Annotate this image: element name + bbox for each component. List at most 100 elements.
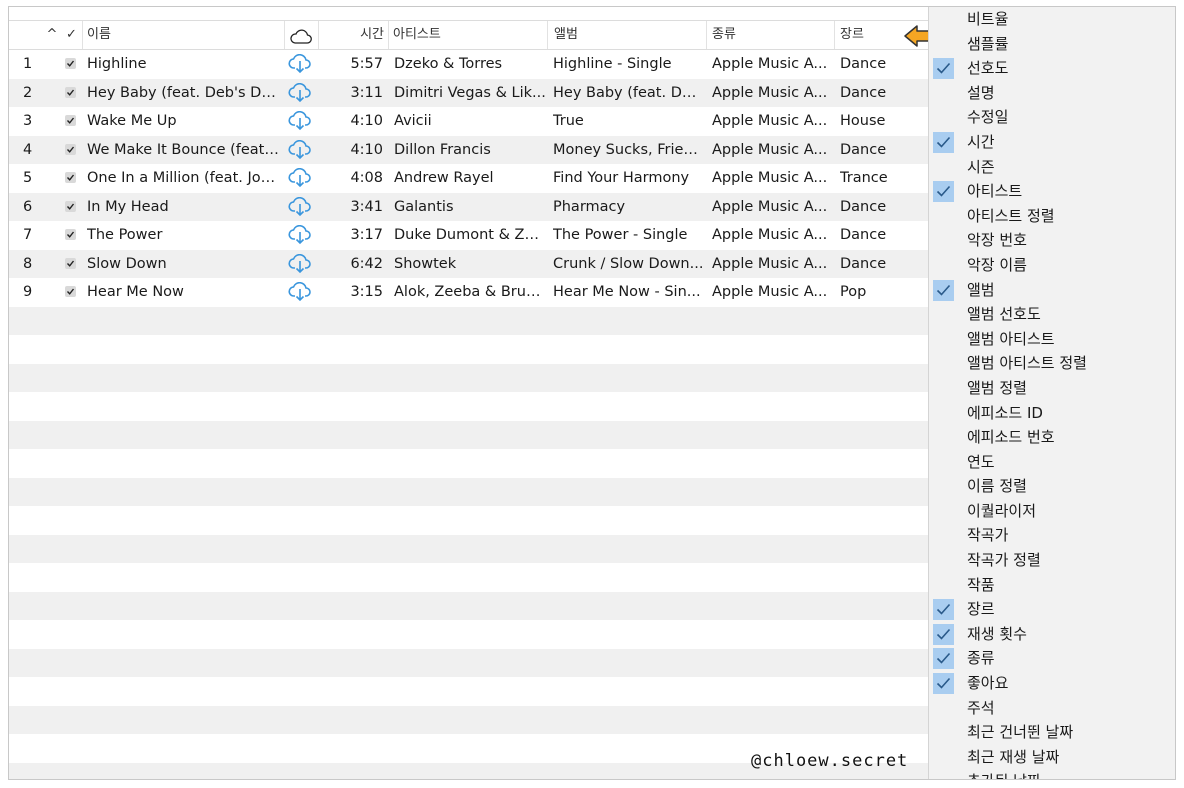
menu-item-column[interactable]: 주석 [929, 696, 1175, 721]
menu-item-column[interactable]: 에피소드 번호 [929, 425, 1175, 450]
menu-item-label: 앨범 [967, 280, 995, 299]
header-sort-arrow[interactable]: ^ [43, 21, 61, 49]
track-checkbox[interactable] [65, 250, 81, 279]
track-time: 3:17 [350, 227, 383, 243]
empty-row [9, 420, 929, 449]
table-row[interactable]: 6 In My Head 3:41 Galantis Pharmacy Apple Mus… [9, 192, 929, 222]
table-row[interactable]: 4 We Make It Bounce (feat.... 4:10 Dillon F… [9, 135, 929, 165]
track-checkbox[interactable] [65, 193, 81, 222]
track-checkbox[interactable] [65, 107, 81, 136]
menu-item-column[interactable]: 최근 건너뛴 날짜 [929, 720, 1175, 745]
menu-item-column[interactable]: 앨범 정렬 [929, 376, 1175, 401]
menu-item-column[interactable]: 이름 정렬 [929, 474, 1175, 499]
track-time: 6:42 [350, 255, 383, 272]
track-checkbox[interactable] [65, 164, 81, 193]
track-checkbox[interactable] [65, 278, 81, 307]
menu-item-column[interactable]: 재생 횟수 [929, 622, 1175, 647]
track-album: Highline - Single [553, 56, 672, 72]
track-genre: Dance [840, 56, 887, 72]
track-checkbox[interactable] [65, 136, 81, 165]
cloud-download-icon[interactable] [285, 193, 319, 222]
menu-item-label: 좋아요 [967, 674, 1009, 693]
menu-item-column[interactable]: 추가된 날짜 [929, 769, 1175, 779]
menu-item-column[interactable]: 작곡가 정렬 [929, 548, 1175, 573]
track-genre: Trance [840, 170, 888, 186]
track-time: 4:10 [350, 113, 383, 129]
menu-item-column[interactable]: 시간 [929, 130, 1175, 155]
menu-item-column[interactable]: 앨범 [929, 278, 1175, 303]
menu-item-column[interactable]: 시즌 [929, 155, 1175, 180]
header-name[interactable]: 이름 [83, 21, 285, 49]
empty-row [9, 477, 929, 506]
track-list: 1 Highline 5:57 Dzeko & Torres Highline - Si… [9, 50, 929, 779]
track-name: The Power [87, 227, 163, 243]
checkmark-icon [65, 86, 76, 98]
table-row[interactable]: 1 Highline 5:57 Dzeko & Torres Highline - Si… [9, 50, 929, 79]
track-genre: House [840, 113, 886, 129]
menu-item-column[interactable]: 악장 번호 [929, 228, 1175, 253]
menu-item-column[interactable]: 선호도 [929, 56, 1175, 81]
menu-item-column[interactable]: 설명 [929, 81, 1175, 106]
header-genre[interactable]: 장르 [835, 21, 895, 49]
menu-item-column[interactable]: 앨범 선호도 [929, 302, 1175, 327]
cloud-download-icon[interactable] [285, 136, 319, 165]
empty-row [9, 449, 929, 478]
table-row[interactable]: 7 The Power 3:17 Duke Dumont & Za... The Pow… [9, 221, 929, 250]
checkmark-icon [933, 648, 954, 670]
header-artist[interactable]: 아티스트 [389, 21, 548, 49]
menu-item-column[interactable]: 비트율 [929, 7, 1175, 32]
table-row[interactable]: 5 One In a Million (feat. Jon... 4:08 Andre… [9, 164, 929, 193]
menu-item-column[interactable]: 작곡가 [929, 523, 1175, 548]
menu-item-column[interactable]: 악장 이름 [929, 253, 1175, 278]
track-time: 4:10 [350, 141, 383, 158]
menu-item-column[interactable]: 작품 [929, 573, 1175, 598]
table-row[interactable]: 2 Hey Baby (feat. Deb's Dau... 3:11 Dimitri… [9, 78, 929, 108]
cloud-download-icon[interactable] [285, 250, 319, 279]
header-cloud[interactable] [285, 21, 319, 49]
menu-item-column[interactable]: 에피소드 ID [929, 401, 1175, 426]
track-checkbox[interactable] [65, 50, 81, 79]
menu-item-column[interactable]: 아티스트 정렬 [929, 204, 1175, 229]
cloud-download-icon[interactable] [285, 50, 319, 79]
cloud-download-icon[interactable] [285, 107, 319, 136]
menu-item-label: 이름 정렬 [967, 477, 1027, 496]
menu-item-column[interactable]: 앨범 아티스트 [929, 327, 1175, 352]
header-kind[interactable]: 종류 [707, 21, 835, 49]
track-number: 3 [23, 113, 33, 129]
menu-item-column[interactable]: 앨범 아티스트 정렬 [929, 351, 1175, 376]
checkmark-icon [65, 200, 76, 212]
menu-item-column[interactable]: 연도 [929, 450, 1175, 475]
menu-item-column[interactable]: 수정일 [929, 105, 1175, 130]
menu-item-column[interactable]: 장르 [929, 597, 1175, 622]
cloud-download-icon[interactable] [285, 278, 319, 307]
arrow-left-icon [903, 24, 929, 52]
track-checkbox[interactable] [65, 221, 81, 250]
menu-item-column[interactable]: 샘플률 [929, 32, 1175, 57]
track-genre: Dance [840, 255, 887, 272]
cloud-download-icon[interactable] [285, 79, 319, 108]
header-check[interactable]: ✓ [61, 21, 83, 49]
menu-item-label: 샘플률 [967, 34, 1009, 53]
cloud-download-icon[interactable] [285, 164, 319, 193]
menu-item-label: 종류 [967, 649, 995, 668]
header-time[interactable]: 시간 [319, 21, 389, 49]
menu-item-column[interactable]: 이퀄라이저 [929, 499, 1175, 524]
track-checkbox[interactable] [65, 79, 81, 108]
table-row[interactable]: 8 Slow Down 6:42 Showtek Crunk / Slow Down..… [9, 249, 929, 279]
table-row[interactable]: 9 Hear Me Now 3:15 Alok, Zeeba & Brun... Hea… [9, 278, 929, 307]
menu-item-label: 이퀄라이저 [967, 501, 1037, 520]
table-header: ^ ✓ 이름 시간 아티스트 앨범 종류 장르 [9, 20, 929, 50]
cloud-download-icon[interactable] [285, 221, 319, 250]
header-album[interactable]: 앨범 [548, 21, 707, 49]
table-row[interactable]: 3 Wake Me Up 4:10 Avicii True Apple Music A..… [9, 107, 929, 136]
menu-item-column[interactable]: 좋아요 [929, 671, 1175, 696]
track-kind: Apple Music A... [712, 198, 828, 215]
track-artist: Duke Dumont & Za... [394, 227, 546, 243]
menu-item-column[interactable]: 아티스트 [929, 179, 1175, 204]
song-table: ^ ✓ 이름 시간 아티스트 앨범 종류 장르 1 Highline 5:57 Dze… [9, 7, 929, 779]
track-genre: Dance [840, 227, 887, 243]
menu-item-column[interactable]: 종류 [929, 646, 1175, 671]
checkmark-icon [933, 131, 954, 153]
menu-item-column[interactable]: 최근 재생 날짜 [929, 745, 1175, 770]
checkmark-icon [933, 279, 954, 301]
